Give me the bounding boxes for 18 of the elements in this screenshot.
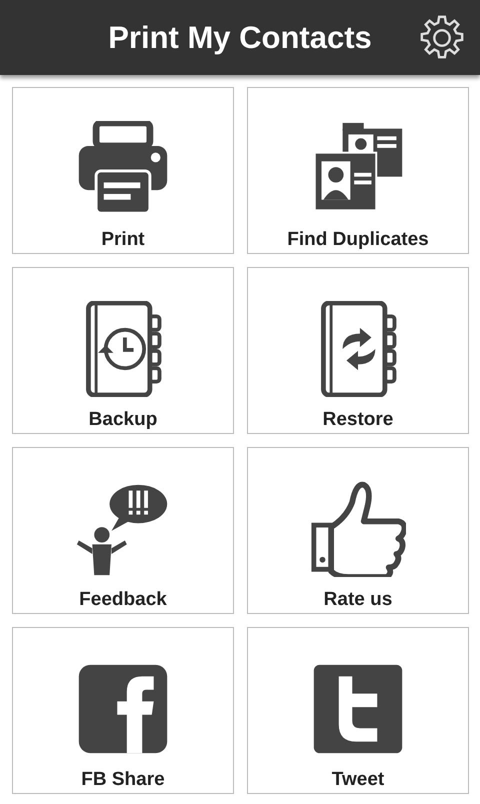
menu-tile[interactable]: FB Share [12, 627, 234, 794]
app-title: Print My Contacts [108, 20, 372, 56]
menu-tile[interactable]: Print [12, 87, 234, 254]
menu-tile[interactable]: Backup [12, 267, 234, 434]
tile-label: Feedback [79, 589, 167, 611]
tile-label: Print [101, 229, 145, 251]
tile-label: Rate us [324, 589, 392, 611]
menu-tile[interactable]: Rate us [247, 447, 469, 614]
menu-tile[interactable]: Find Duplicates [247, 87, 469, 254]
tile-label: Tweet [332, 769, 384, 791]
tile-label: Find Duplicates [287, 229, 429, 251]
tile-label: Restore [322, 409, 394, 431]
tile-label: FB Share [81, 769, 165, 791]
tile-label: Backup [88, 409, 158, 431]
menu-tile[interactable]: Feedback [12, 447, 234, 614]
menu-tile[interactable]: Restore [247, 267, 469, 434]
thumbs-up-icon [310, 481, 406, 577]
menu-tile[interactable]: Tweet [247, 627, 469, 794]
